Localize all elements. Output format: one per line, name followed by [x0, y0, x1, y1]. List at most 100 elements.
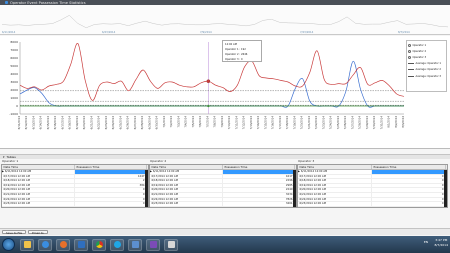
column-header[interactable]: Date Time	[150, 165, 223, 169]
footer-bar: Save to File Email to	[0, 228, 450, 235]
remote-desktop-icon[interactable]	[128, 238, 142, 251]
outlook-icon[interactable]	[74, 238, 88, 251]
legend-item[interactable]: Average: Operator 3	[408, 73, 445, 79]
skype-icon[interactable]	[110, 238, 124, 251]
date-cell: 6/21/2014 12:00 AM	[2, 192, 75, 197]
y-tick-label: 3000	[10, 80, 18, 84]
window-title: Operator Event Possession Time Statistic…	[10, 0, 86, 5]
x-tick-label: 6/24/2014	[111, 116, 115, 130]
date-cell: 6/17/2014 12:00 AM	[298, 174, 372, 179]
column-header[interactable]: Date Time	[2, 165, 75, 169]
y-tick-label: -1000	[9, 112, 18, 116]
email-to-button[interactable]: Email to	[28, 229, 48, 235]
date-cell: 6/17/2014 12:00 AM	[2, 174, 75, 179]
series-line	[19, 43, 405, 101]
language-indicator[interactable]: EN	[424, 240, 428, 244]
possession-cell: 0	[372, 188, 446, 192]
timeline-label: 8/7/2014	[398, 31, 410, 34]
vertical-scrollbar[interactable]	[145, 170, 148, 207]
possession-cell: 0	[372, 174, 446, 179]
date-cell: 6/24/2014 12:00 AM	[150, 206, 223, 207]
x-tick-label: 6/23/2014	[104, 116, 108, 130]
clock-time: 3:47 PM	[435, 238, 448, 242]
x-tick-label: 7/20/2014	[300, 116, 304, 130]
chrome-icon[interactable]	[92, 238, 106, 251]
firefox-icon[interactable]	[56, 238, 70, 251]
date-cell: ▶ 6/11/2014 12:00 AM	[2, 170, 75, 174]
x-tick-label: 6/11/2014	[17, 116, 21, 130]
chart-legend: Operator 1 Operator 2 Operator 3 Average…	[406, 40, 447, 92]
date-cell: 6/21/2014 12:00 AM	[298, 192, 372, 197]
date-cell: 6/18/2014 12:00 AM	[150, 179, 223, 183]
x-tick-label: 7/31/2014	[379, 116, 383, 130]
data-grid[interactable]: Date Time Possession Time ▶ 6/11/2014 12:0…	[297, 164, 448, 208]
visual-studio-icon[interactable]	[146, 238, 160, 251]
column-header[interactable]: Possession Time	[223, 165, 295, 169]
date-cell: ▶ 6/11/2014 12:00 AM	[150, 170, 223, 174]
date-cell: 6/19/2014 12:00 AM	[298, 183, 372, 188]
explorer-icon[interactable]	[20, 238, 34, 251]
x-tick-label: 7/7/2014	[205, 116, 209, 128]
table-row[interactable]: 6/24/2014 12:00 AM0	[298, 206, 447, 207]
x-tick-label: 7/2/2014	[169, 116, 173, 128]
clock-date: 8/7/2014	[434, 242, 448, 247]
series-line	[19, 60, 404, 108]
date-text: 6/11/2014 12:00 AM	[4, 170, 32, 173]
data-grid[interactable]: Date Time Possession Time ▶ 6/11/2014 12:0…	[1, 164, 149, 208]
operator-table-panel: Operator 3 Date Time Possession Time ▶ 6/11…	[297, 159, 448, 209]
y-tick-label: 1000	[10, 96, 18, 100]
possession-cell: 0	[75, 192, 147, 197]
date-cell: 6/24/2014 12:00 AM	[2, 206, 75, 207]
date-cell: 6/22/2014 12:00 AM	[150, 197, 223, 202]
date-cell: 6/20/2014 12:00 AM	[150, 188, 223, 192]
date-cell: ▶ 6/11/2014 12:00 AM	[298, 170, 372, 174]
operator-table-panel: Operator 2 Date Time Possession Time ▶ 6/11…	[149, 159, 297, 209]
app-icon[interactable]	[164, 238, 178, 251]
x-tick-label: 7/12/2014	[242, 116, 246, 130]
legend-swatch	[408, 69, 414, 71]
x-tick-label: 7/22/2014	[314, 116, 318, 130]
x-tick-label: 7/1/2014	[162, 116, 166, 128]
x-tick-label: 6/20/2014	[82, 116, 86, 130]
save-to-file-button[interactable]: Save to File	[2, 229, 27, 235]
x-tick-label: 7/25/2014	[336, 116, 340, 130]
possession-cell: 0	[75, 197, 147, 202]
possession-cell: 2	[75, 179, 147, 183]
x-tick-label: 7/30/2014	[372, 116, 376, 130]
legend-swatch	[408, 55, 411, 59]
x-tick-label: 7/18/2014	[285, 116, 289, 130]
possession-cell	[75, 170, 147, 174]
possession-cell: 0	[75, 202, 147, 206]
x-tick-label: 6/13/2014	[31, 116, 35, 130]
data-point-marker	[207, 104, 210, 108]
operator-table-panel: Operator 1 Date Time Possession Time ▶ 6/11…	[1, 159, 149, 209]
column-header[interactable]: Possession Time	[372, 165, 446, 169]
date-cell: 6/23/2014 12:00 AM	[298, 202, 372, 206]
date-cell: 6/23/2014 12:00 AM	[150, 202, 223, 206]
x-tick-label: 6/29/2014	[147, 116, 151, 130]
vertical-scrollbar[interactable]	[444, 170, 447, 207]
timeline-overview[interactable]: 6/11/2014 6/23/2014 7/9/2014 7/23/2014 8…	[0, 5, 450, 35]
x-tick-label: 7/10/2014	[227, 116, 231, 130]
possession-cell: 0	[372, 179, 446, 183]
clock[interactable]: 3:47 PM 8/7/2014	[435, 238, 448, 247]
table-row[interactable]: 6/24/2014 12:00 AM2086	[150, 206, 296, 207]
column-header[interactable]: Possession Time	[75, 165, 147, 169]
legend-swatch	[408, 75, 414, 77]
vertical-scrollbar[interactable]	[293, 170, 296, 207]
table-row[interactable]: 6/24/2014 12:00 AM0	[2, 206, 148, 207]
possession-cell: 2985	[223, 183, 295, 188]
x-tick-label: 7/13/2014	[249, 116, 253, 130]
x-tick-label: 7/26/2014	[343, 116, 347, 130]
data-grid[interactable]: Date Time Possession Time ▶ 6/11/2014 12:0…	[149, 164, 297, 208]
chart-tooltip: 12:00 AM Operator 1 : 192 Operator 2 : 2…	[222, 40, 262, 62]
column-header[interactable]: Date Time	[298, 165, 372, 169]
x-tick-label: 8/1/2014	[387, 116, 391, 128]
x-tick-label: 6/21/2014	[89, 116, 93, 130]
date-cell: 6/19/2014 12:00 AM	[150, 183, 223, 188]
possession-cell	[223, 170, 295, 174]
ie-icon[interactable]	[38, 238, 52, 251]
possession-cell: 2086	[223, 206, 295, 207]
x-tick-label: 6/15/2014	[46, 116, 50, 130]
start-button[interactable]	[2, 238, 15, 251]
